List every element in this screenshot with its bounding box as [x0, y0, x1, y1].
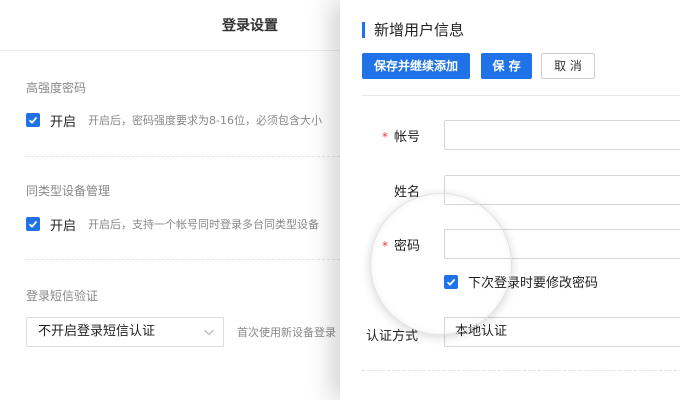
check-icon	[28, 220, 38, 228]
sms-verification-select[interactable]: 不开启登录短信认证	[26, 317, 224, 347]
password-strength-option[interactable]: 开启 开启后，密码强度要求为8-16位，必须包含大小	[26, 110, 322, 130]
save-button[interactable]: 保 存	[481, 53, 532, 79]
account-label-text: 帐号	[393, 130, 420, 145]
footer-divider	[362, 370, 680, 371]
chevron-down-icon	[204, 329, 214, 336]
panel-title: 新增用户信息	[374, 21, 465, 39]
check-icon	[28, 116, 38, 124]
cancel-button[interactable]: 取 消	[541, 53, 595, 79]
password-input[interactable]	[444, 229, 680, 259]
sms-verification-select-value: 不开启登录短信认证	[38, 324, 156, 339]
sms-verification-section-label: 登录短信验证	[26, 289, 99, 303]
required-mark: *	[381, 130, 388, 144]
password-strength-checkbox[interactable]	[26, 113, 40, 127]
password-strength-section-label: 高强度密码	[26, 81, 87, 95]
device-management-description: 开启后，支持一个帐号同时登录多台同类型设备	[88, 218, 320, 231]
account-label: * 帐号	[340, 126, 420, 145]
auth-method-select[interactable]: 本地认证	[444, 317, 680, 347]
password-strength-enable-label: 开启	[50, 114, 77, 130]
change-password-option[interactable]: 下次登录时要修改密码	[444, 272, 598, 291]
add-user-panel: 新增用户信息 保存并继续添加 保 存 取 消 * 帐号 姓名 * 密码 下次登录时要…	[340, 0, 680, 400]
name-input[interactable]	[444, 175, 680, 205]
check-icon	[446, 278, 456, 286]
save-and-continue-button[interactable]: 保存并继续添加	[362, 53, 470, 79]
device-management-enable-label: 开启	[50, 218, 77, 234]
sms-verification-description: 首次使用新设备登录	[237, 326, 336, 339]
change-password-label: 下次登录时要修改密码	[468, 276, 599, 291]
device-management-section-label: 同类型设备管理	[26, 184, 111, 198]
name-label: 姓名	[393, 185, 420, 200]
auth-method-label: 认证方式	[365, 329, 418, 344]
title-accent-bar	[362, 22, 365, 38]
header-divider	[362, 95, 680, 96]
device-management-checkbox[interactable]	[26, 217, 40, 231]
password-label-text: 密码	[393, 239, 420, 254]
password-label: * 密码	[340, 235, 420, 254]
password-strength-description: 开启后，密码强度要求为8-16位，必须包含大小	[88, 114, 322, 127]
account-input[interactable]	[444, 120, 680, 150]
required-mark: *	[381, 239, 388, 253]
change-password-checkbox[interactable]	[444, 274, 458, 289]
device-management-option[interactable]: 开启 开启后，支持一个帐号同时登录多台同类型设备	[26, 214, 319, 234]
